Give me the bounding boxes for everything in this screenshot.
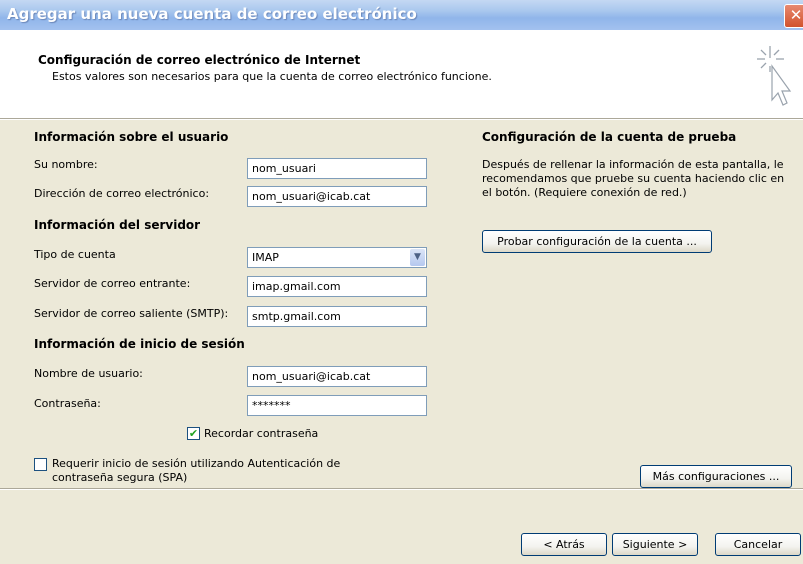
name-label: Su nombre:	[34, 158, 98, 171]
page-title: Configuración de correo electrónico de I…	[38, 53, 361, 67]
test-description-line3: el botón. (Requiere conexión de red.)	[482, 186, 687, 199]
email-field[interactable]: nom_usuari@icab.cat	[247, 186, 427, 207]
window-title: Agregar una nueva cuenta de correo elect…	[7, 5, 417, 23]
incoming-server-label: Servidor de correo entrante:	[34, 277, 191, 290]
close-icon: ✕	[789, 6, 803, 24]
more-settings-button[interactable]: Más configuraciones ...	[640, 465, 792, 488]
remember-password-label[interactable]: Recordar contraseña	[204, 427, 318, 440]
account-type-label: Tipo de cuenta	[34, 248, 116, 261]
account-type-select[interactable]: IMAP ▼	[247, 247, 427, 268]
test-account-settings-button[interactable]: Probar configuración de la cuenta ...	[482, 230, 712, 253]
close-button[interactable]: ✕	[784, 4, 803, 28]
email-label: Dirección de correo electrónico:	[34, 187, 210, 200]
test-description-line2: recomendamos que pruebe su cuenta hacien…	[482, 172, 785, 185]
account-type-value: IMAP	[252, 251, 279, 264]
page-subtitle: Estos valores son necesarios para que la…	[52, 70, 492, 83]
test-settings-heading: Configuración de la cuenta de prueba	[482, 130, 737, 144]
check-icon: ✔	[188, 427, 199, 440]
sparkle-cursor-icon	[757, 46, 792, 106]
next-button[interactable]: Siguiente >	[612, 533, 698, 556]
incoming-server-field[interactable]: imap.gmail.com	[247, 276, 427, 297]
password-label: Contraseña:	[34, 397, 101, 410]
username-label: Nombre de usuario:	[34, 367, 143, 380]
name-field[interactable]: nom_usuari	[247, 158, 427, 179]
server-info-heading: Información del servidor	[34, 218, 201, 232]
outgoing-server-field[interactable]: smtp.gmail.com	[247, 306, 427, 327]
password-field[interactable]: *******	[247, 395, 427, 416]
test-description-line1: Después de rellenar la información de es…	[482, 158, 784, 171]
user-info-heading: Información sobre el usuario	[34, 130, 229, 144]
cancel-button[interactable]: Cancelar	[715, 533, 801, 556]
title-bar[interactable]: Agregar una nueva cuenta de correo elect…	[0, 0, 803, 30]
spa-label-line2[interactable]: contraseña segura (SPA)	[52, 471, 187, 484]
spa-checkbox[interactable]	[34, 458, 47, 471]
remember-password-checkbox[interactable]: ✔	[187, 427, 200, 440]
spa-label-line1[interactable]: Requerir inicio de sesión utilizando Aut…	[52, 457, 340, 470]
username-field[interactable]: nom_usuari@icab.cat	[247, 366, 427, 387]
wizard-header: Configuración de correo electrónico de I…	[0, 30, 803, 118]
login-info-heading: Información de inicio de sesión	[34, 337, 245, 351]
chevron-down-icon[interactable]: ▼	[410, 249, 425, 266]
outgoing-server-label: Servidor de correo saliente (SMTP):	[34, 307, 229, 320]
back-button[interactable]: < Atrás	[521, 533, 607, 556]
